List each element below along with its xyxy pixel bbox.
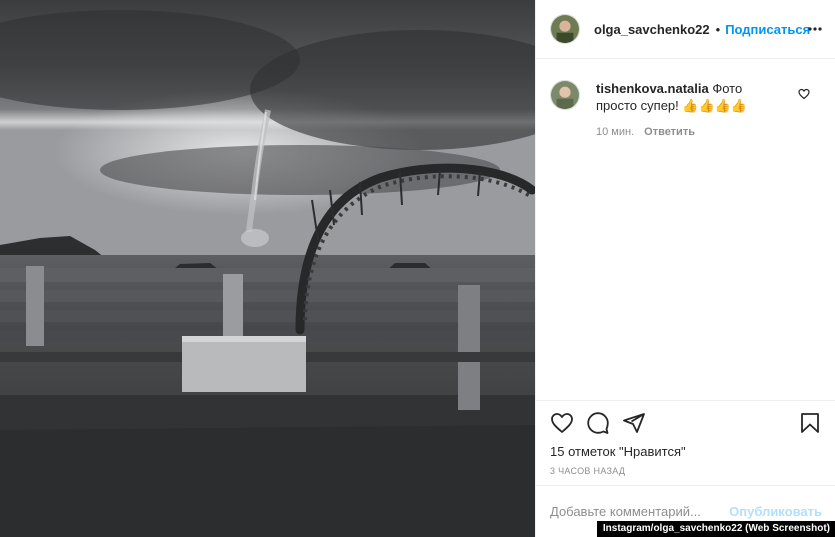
comment-time: 10 мин. — [596, 126, 635, 138]
post-actions: 15 отметок "Нравится" 3 часов назад — [536, 400, 835, 485]
comment-body: tishenkova.natalia Фото просто супер! 👍👍… — [596, 80, 786, 141]
comment-meta: 10 мин. Ответить — [596, 124, 786, 141]
author-avatar[interactable] — [550, 14, 580, 44]
likes-count[interactable]: 15 отметок "Нравится" — [550, 444, 822, 459]
commenter-avatar[interactable] — [550, 80, 580, 110]
header-separator: • — [715, 21, 721, 37]
author-avatar-image — [551, 15, 579, 43]
comment-icon[interactable] — [586, 411, 610, 435]
action-icons-row — [550, 411, 822, 435]
comment-like-heart-icon[interactable] — [798, 88, 810, 100]
post-photo[interactable] — [0, 0, 535, 537]
post-header: olga_savchenko22 • Подписаться — [536, 0, 835, 59]
post-timestamp[interactable]: 3 часов назад — [550, 466, 822, 476]
source-watermark: Instagram/olga_savchenko22 (Web Screensh… — [596, 521, 835, 537]
commenter-username[interactable]: tishenkova.natalia — [596, 81, 709, 96]
comment-input[interactable] — [550, 504, 730, 519]
more-options-icon[interactable] — [806, 20, 824, 38]
post-side-panel: olga_savchenko22 • Подписаться tishenkov… — [535, 0, 835, 537]
publish-button[interactable]: Опубликовать — [729, 504, 822, 519]
commenter-avatar-image — [551, 81, 579, 109]
share-icon[interactable] — [622, 411, 646, 435]
bookmark-icon[interactable] — [798, 411, 822, 435]
heart-icon[interactable] — [550, 411, 574, 435]
comment-item: tishenkova.natalia Фото просто супер! 👍👍… — [536, 60, 835, 141]
follow-button[interactable]: Подписаться — [725, 22, 810, 37]
comments-list: tishenkova.natalia Фото просто супер! 👍👍… — [536, 60, 835, 400]
reply-button[interactable]: Ответить — [644, 124, 695, 141]
waterspout-photo — [0, 0, 535, 537]
author-username[interactable]: olga_savchenko22 — [594, 22, 710, 37]
instagram-post: olga_savchenko22 • Подписаться tishenkov… — [0, 0, 835, 537]
